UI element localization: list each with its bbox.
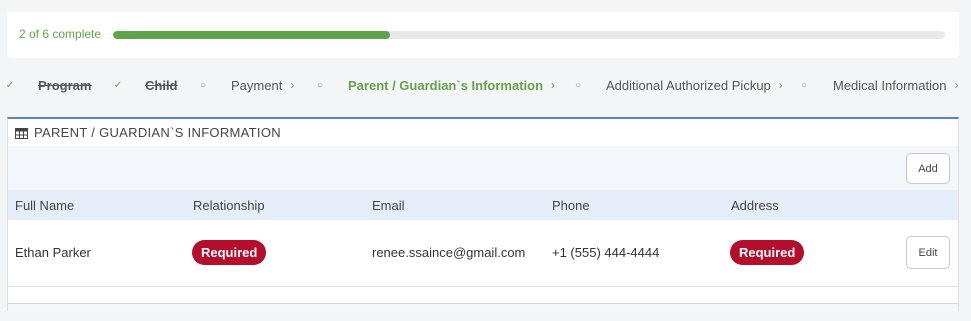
panel-toolbar: Add bbox=[8, 146, 958, 190]
progress-text: 2 of 6 complete bbox=[19, 27, 102, 41]
table-header: Full Name Relationship Email Phone Addre… bbox=[8, 190, 958, 220]
circle-icon: ○ bbox=[199, 79, 207, 91]
step-parent-guardian[interactable]: ○ Parent / Guardian`s Information › bbox=[314, 74, 555, 96]
parent-guardian-panel: PARENT / GUARDIAN`S INFORMATION Add Full… bbox=[7, 117, 959, 312]
step-label: Child bbox=[145, 77, 178, 93]
column-header-full-name[interactable]: Full Name bbox=[15, 198, 74, 213]
chevron-right-icon: › bbox=[954, 78, 959, 92]
table-row: Ethan Parker Required renee.ssaince@gmai… bbox=[8, 220, 958, 287]
table-footer bbox=[8, 303, 958, 312]
column-header-relationship[interactable]: Relationship bbox=[193, 198, 265, 213]
chevron-right-icon: › bbox=[551, 78, 556, 92]
column-header-email[interactable]: Email bbox=[372, 198, 405, 213]
progress-track bbox=[113, 31, 945, 39]
wizard-steps: ✓ Program ✓ Child ○ Payment › ○ Parent /… bbox=[0, 74, 971, 96]
step-payment[interactable]: ○ Payment › bbox=[197, 74, 294, 96]
circle-icon: ○ bbox=[316, 79, 324, 91]
panel-header: PARENT / GUARDIAN`S INFORMATION bbox=[8, 119, 958, 147]
chevron-right-icon: › bbox=[290, 78, 295, 92]
add-button[interactable]: Add bbox=[906, 153, 950, 184]
step-label: Parent / Guardian`s Information bbox=[348, 77, 544, 93]
table-grid-icon bbox=[15, 127, 28, 139]
step-label: Medical Information bbox=[833, 77, 947, 93]
full-name-cell: Ethan Parker bbox=[15, 245, 91, 260]
step-label: Payment bbox=[231, 77, 283, 93]
step-program[interactable]: ✓ Program bbox=[4, 74, 92, 96]
progress-card: 2 of 6 complete bbox=[7, 12, 959, 58]
column-header-phone[interactable]: Phone bbox=[552, 198, 590, 213]
email-cell: renee.ssaince@gmail.com bbox=[372, 245, 526, 260]
check-icon: ✓ bbox=[5, 79, 15, 91]
column-header-address[interactable]: Address bbox=[731, 198, 779, 213]
step-authorized-pickup[interactable]: ○ Additional Authorized Pickup › bbox=[572, 74, 783, 96]
step-child[interactable]: ✓ Child bbox=[112, 74, 178, 96]
check-icon: ✓ bbox=[113, 79, 123, 91]
step-label: Additional Authorized Pickup bbox=[606, 77, 771, 93]
progress-fill bbox=[113, 31, 391, 39]
panel-title: PARENT / GUARDIAN`S INFORMATION bbox=[34, 125, 281, 140]
address-required-badge: Required bbox=[730, 240, 805, 265]
chevron-right-icon: › bbox=[778, 78, 783, 92]
relationship-required-badge: Required bbox=[192, 240, 267, 265]
phone-cell: +1 (555) 444-4444 bbox=[552, 245, 660, 260]
step-label: Program bbox=[38, 77, 92, 93]
edit-button[interactable]: Edit bbox=[906, 236, 950, 269]
step-medical-information[interactable]: ○ Medical Information › bbox=[798, 74, 958, 96]
circle-icon: ○ bbox=[800, 79, 808, 91]
circle-icon: ○ bbox=[574, 79, 582, 91]
